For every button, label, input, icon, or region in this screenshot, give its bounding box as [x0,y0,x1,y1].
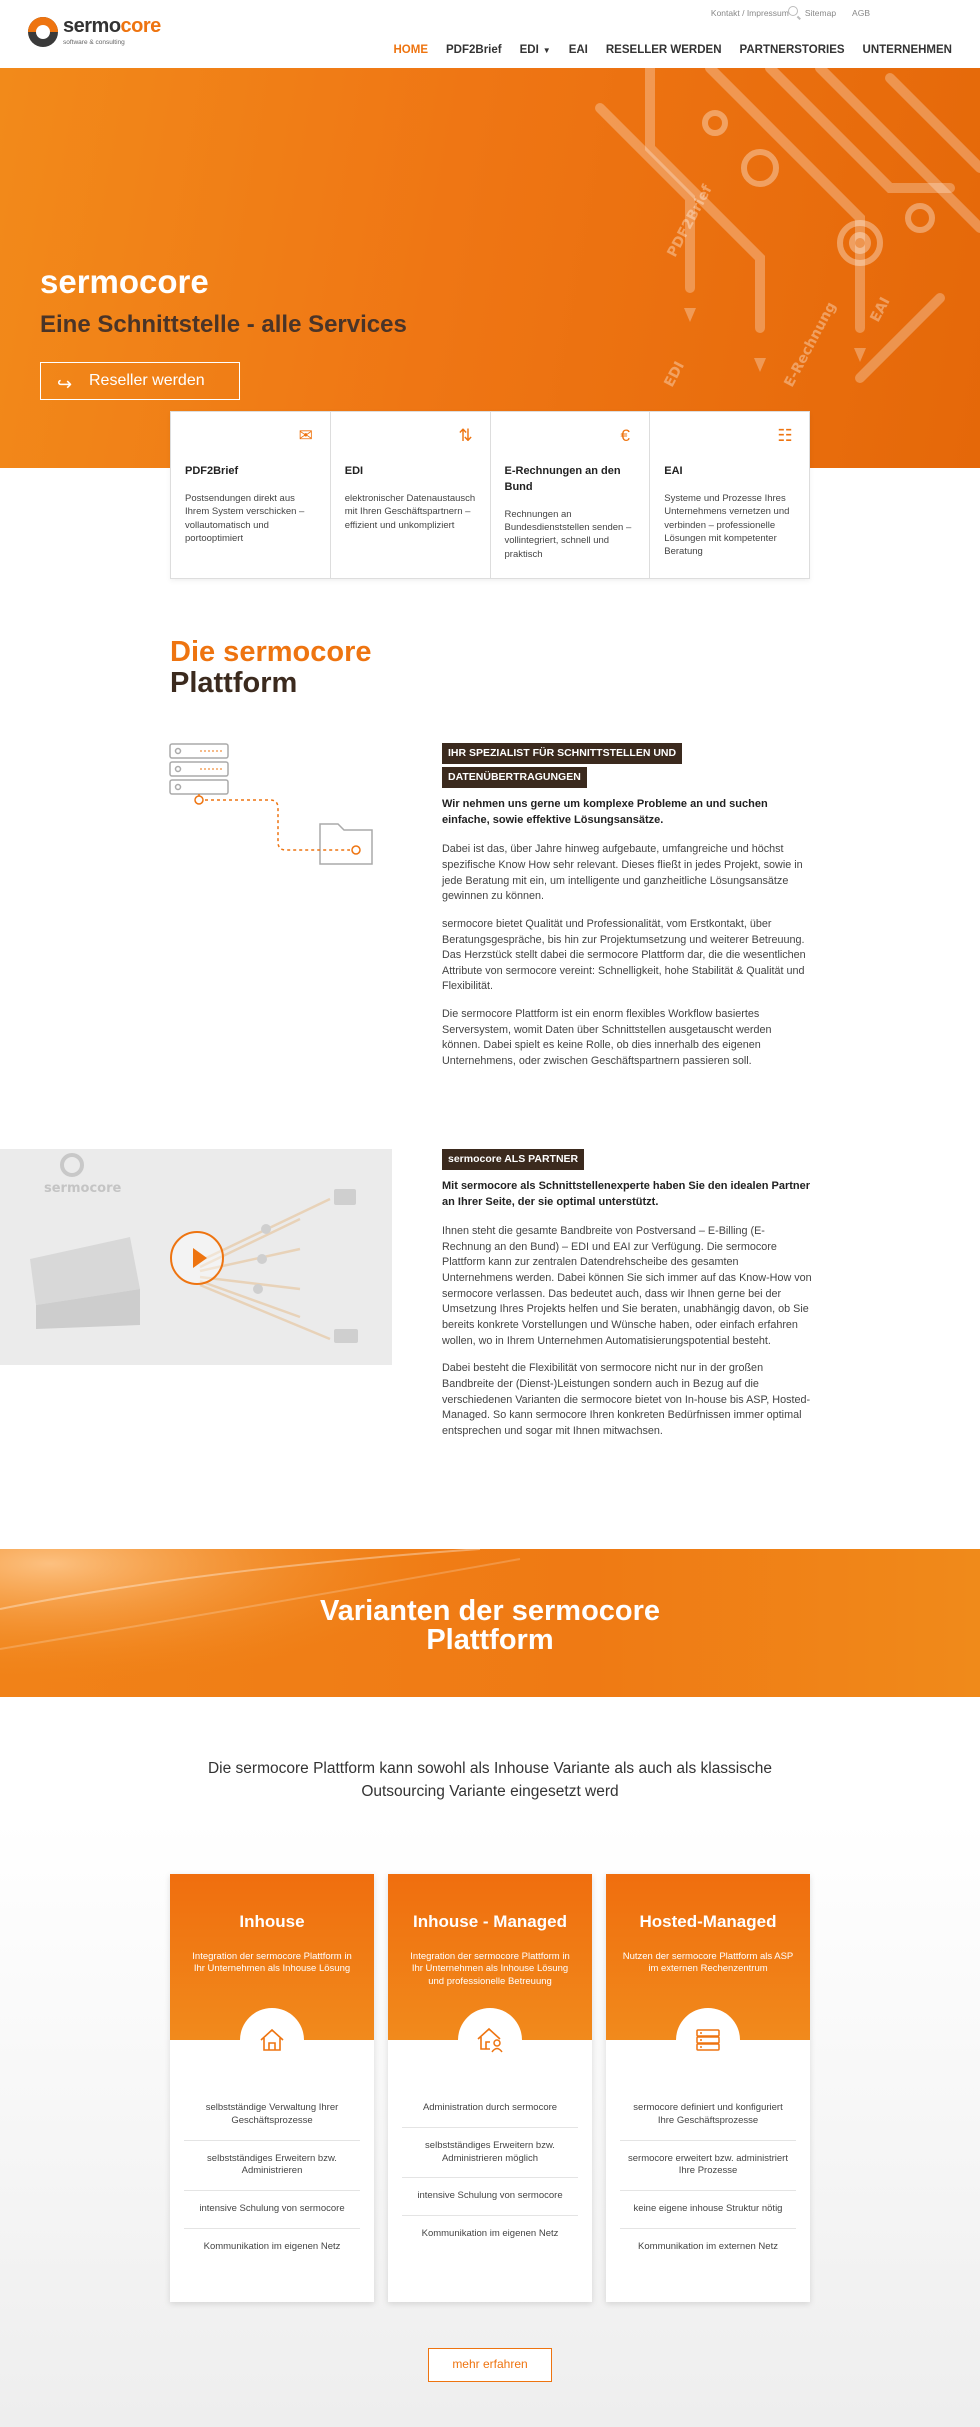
specialist-tag-line2: DATENÜBERTRAGUNGEN [442,767,587,789]
list-item: keine eigene inhouse Struktur nötig [620,2191,796,2230]
variant-card-title: Inhouse [239,1912,305,1931]
variant-card-desc: Integration der sermocore Plattform in I… [410,1950,570,1988]
partner-lead: Mit sermocore als Schnittstellenexperte … [442,1180,811,1209]
logo[interactable]: sermocore software & consulting [28,16,161,47]
partner-block: sermocore ALS PARTNER Mit sermocore als … [442,1149,812,1451]
logo-wordmark: sermocore [63,15,161,37]
platform-title: Die sermocore Plattform [170,636,372,699]
nav-item-reseller[interactable]: RESELLER WERDEN [606,42,722,59]
house-icon [240,2008,304,2072]
util-link-kontakt[interactable]: Kontakt / Impressum [711,7,789,19]
chevron-down-icon: ▼ [542,46,551,55]
util-link-sitemap[interactable]: Sitemap [805,7,836,19]
nav-item-pdf2brief[interactable]: PDF2Brief [446,42,502,59]
envelope-icon: ✉ [298,426,313,445]
list-item: Kommunikation im eigenen Netz [203,2241,341,2253]
partner-paragraph: Dabei besteht die Flexibilität von sermo… [442,1362,811,1437]
list-item: intensive Schulung von sermocore [184,2191,360,2230]
service-card-erechnung[interactable]: € E-Rechnungen an den Bund Rechnungen an… [491,412,651,578]
service-card-text: Rechnungen an Bundesdienststellen senden… [504,508,632,560]
network-icon: ☷ [777,426,793,445]
service-card-text: Systeme und Prozesse Ihres Unternehmens … [664,492,790,558]
hero-circuit-graphic: PDF2Brief EAI EDI E-Rechnung [595,68,980,390]
variant-card-inhouse-managed[interactable]: Inhouse - Managed Integration der sermoc… [388,1874,592,2302]
service-card-edi[interactable]: ⇅ EDI elektronischer Datenaustausch mit … [331,412,491,578]
hero-subtitle: Eine Schnittstelle - alle Services [40,311,407,338]
nav-item-unternehmen[interactable]: UNTERNEHMEN [863,42,952,59]
list-item: selbstständiges Erweitern bzw. Administr… [184,2141,360,2192]
play-icon[interactable] [170,1231,224,1285]
variants-intro: Die sermocore Plattform kann sowohl als … [207,1760,772,1801]
list-item: Administration durch sermocore [402,2090,578,2128]
list-item: sermocore erweitert bzw. administriert I… [620,2141,796,2192]
specialist-paragraph: Die sermocore Plattform ist ein enorm fl… [442,1008,772,1067]
list-item: Kommunikation im externen Netz [638,2241,778,2253]
service-card-pdf2brief[interactable]: ✉ PDF2Brief Postsendungen direkt aus Ihr… [171,412,331,578]
nav-item-edi[interactable]: EDI ▼ [520,42,551,59]
specialist-lead: Wir nehmen uns gerne um komplexe Problem… [442,798,768,827]
logo-mark-icon [28,16,58,47]
partner-paragraph: Ihnen steht die gesamte Bandbreite von P… [442,1225,812,1347]
service-card-text: Postsendungen direkt aus Ihrem System ve… [185,492,305,544]
partner-tag: sermocore ALS PARTNER [442,1149,585,1171]
variant-card-title: Hosted-Managed [639,1912,777,1931]
variant-card-hosted-managed[interactable]: Hosted-Managed Nutzen der sermocore Plat… [606,1874,810,2302]
logo-tagline: software & consulting [63,39,125,46]
reseller-button-label: Reseller werden [89,372,205,390]
list-item: Kommunikation im eigenen Netz [421,2228,559,2240]
video-logo-text: sermocore [44,1181,121,1196]
service-cards: ✉ PDF2Brief Postsendungen direkt aus Ihr… [170,411,810,579]
hero-graphic-label-edi: EDI [661,359,688,390]
service-card-title: EDI [344,465,364,477]
list-item: intensive Schulung von sermocore [402,2178,578,2217]
redo-arrow-icon: ↪ [57,374,73,394]
hero: PDF2Brief EAI EDI E-Rechnung sermocore E… [0,68,980,468]
variant-cards: Inhouse Integration der sermocore Plattf… [170,1874,810,2302]
variant-card-desc: Integration der sermocore Plattform in I… [192,1950,352,1975]
hero-title: sermocore [40,263,209,300]
list-item: selbstständige Verwaltung Ihrer Geschäft… [184,2090,360,2141]
shuffle-icon: ⇅ [458,426,473,445]
variant-card-inhouse[interactable]: Inhouse Integration der sermocore Plattf… [170,1874,374,2302]
variant-card-title: Inhouse - Managed [413,1912,567,1931]
more-button[interactable]: mehr erfahren [428,2348,552,2382]
main-nav: HOME PDF2Brief EDI ▼ EAI RESELLER WERDEN … [394,42,953,59]
nav-item-eai[interactable]: EAI [569,42,588,59]
nav-item-home[interactable]: HOME [394,42,429,59]
header: sermocore software & consulting Kontakt … [0,0,980,68]
search-icon[interactable] [788,6,798,16]
hero-graphic-label-eai: EAI [867,295,893,325]
list-item: selbstständiges Erweitern bzw. Administr… [402,2128,578,2179]
specialist-block: IHR SPEZIALIST FÜR SCHNITTSTELLEN UND DA… [442,743,812,1082]
variants-banner: Varianten der sermocore Plattform [0,1549,980,1697]
variant-card-desc: Nutzen der sermocore Plattform als ASP i… [622,1950,794,1975]
euro-icon: € [620,426,630,445]
service-card-eai[interactable]: ☷ EAI Systeme und Prozesse Ihres Unterne… [650,412,809,578]
variants-title: Varianten der sermocore Plattform [319,1595,661,1656]
house-user-icon [458,2008,522,2072]
specialist-paragraph: sermocore bietet Qualität und Profession… [442,917,806,993]
server-to-folder-diagram [169,743,373,865]
specialist-tag-line1: IHR SPEZIALIST FÜR SCHNITTSTELLEN UND [442,743,683,765]
list-item: sermocore definiert und konfiguriert Ihr… [620,2090,796,2141]
specialist-paragraph: Dabei ist das, über Jahre hinweg aufgeba… [442,843,803,903]
video-panel[interactable]: sermocore [0,1149,392,1365]
service-card-title: PDF2Brief [185,465,239,477]
reseller-button[interactable]: ↪ Reseller werden [40,362,240,400]
service-card-title: EAI [664,465,683,477]
service-card-text: elektronischer Datenaustausch mit Ihren … [344,492,476,531]
service-card-title: E-Rechnungen an den Bund [504,465,621,493]
util-link-agb[interactable]: AGB [852,7,870,19]
server-icon [676,2008,740,2072]
hero-graphic-label-erechnung: E-Rechnung [781,300,839,390]
nav-item-partnerstories[interactable]: PARTNERSTORIES [740,42,845,59]
